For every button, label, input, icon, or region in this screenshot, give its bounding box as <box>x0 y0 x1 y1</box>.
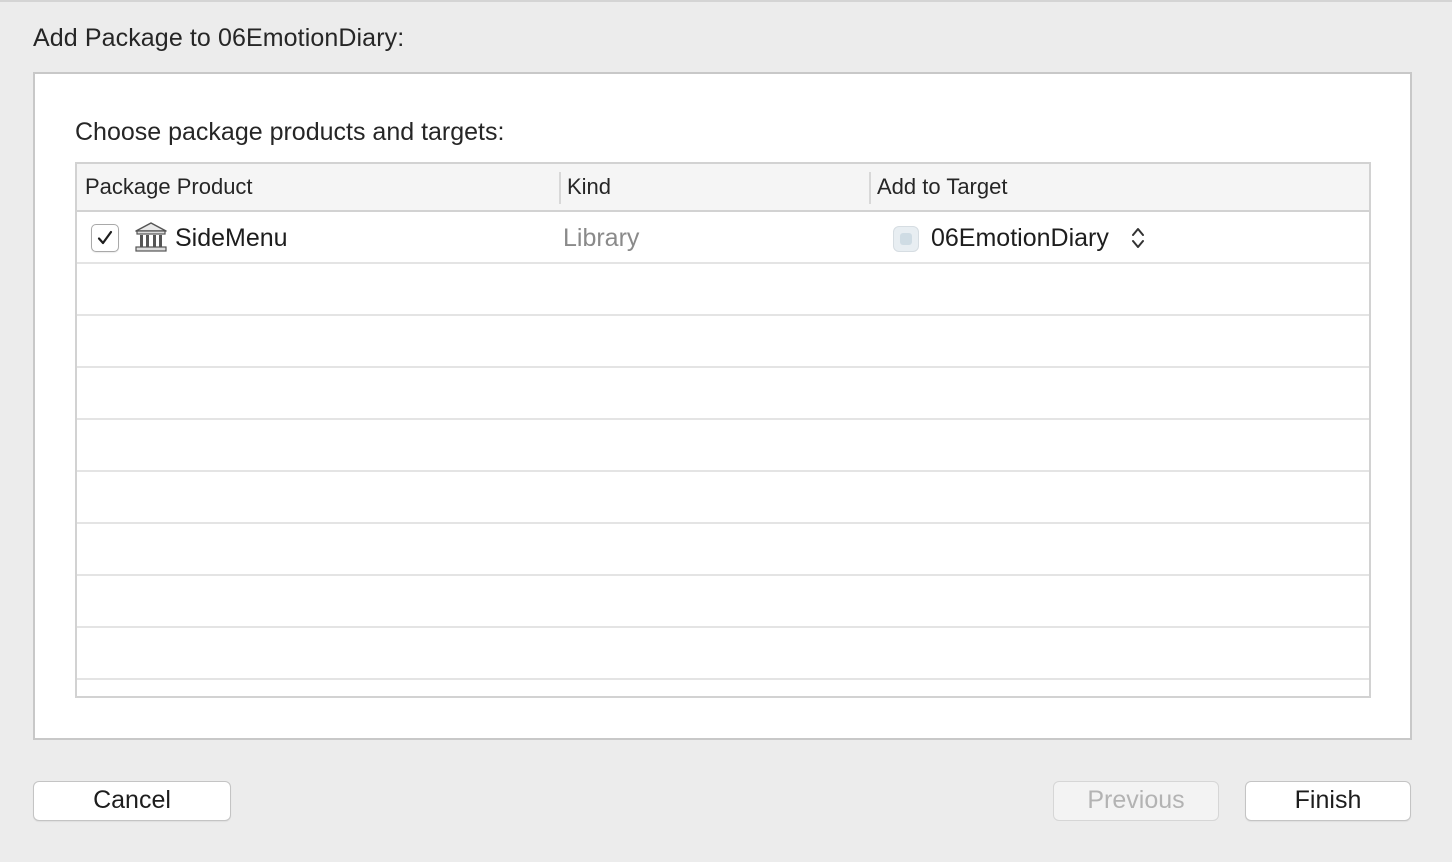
empty-table-row <box>77 420 1369 472</box>
empty-table-row <box>77 264 1369 316</box>
package-products-table: Package Product Kind Add to Target SideM… <box>75 162 1371 698</box>
include-product-checkbox[interactable] <box>91 224 119 252</box>
previous-button[interactable]: Previous <box>1053 781 1219 821</box>
product-kind: Library <box>563 224 640 252</box>
empty-table-row <box>77 368 1369 420</box>
column-header-package-product[interactable]: Package Product <box>77 164 561 210</box>
dialog-title: Add Package to 06EmotionDiary: <box>33 24 405 52</box>
empty-table-row <box>77 472 1369 524</box>
window-top-divider <box>0 0 1452 2</box>
empty-table-row <box>77 576 1369 628</box>
chevron-up-down-icon[interactable] <box>1131 226 1145 255</box>
app-target-icon <box>893 226 919 252</box>
package-products-panel: Choose package products and targets: Pac… <box>33 72 1412 740</box>
target-popup-label[interactable]: 06EmotionDiary <box>931 212 1109 264</box>
empty-table-row <box>77 524 1369 576</box>
table-row[interactable]: SideMenu Library 06EmotionDiary <box>77 212 1369 264</box>
column-header-kind[interactable]: Kind <box>559 164 869 210</box>
table-header: Package Product Kind Add to Target <box>77 164 1369 212</box>
library-icon <box>134 221 168 258</box>
product-name: SideMenu <box>175 224 288 252</box>
empty-table-row <box>77 316 1369 368</box>
panel-heading: Choose package products and targets: <box>75 118 505 146</box>
checkmark-icon <box>97 230 113 245</box>
cancel-button[interactable]: Cancel <box>33 781 231 821</box>
finish-button[interactable]: Finish <box>1245 781 1411 821</box>
empty-table-row <box>77 628 1369 680</box>
column-header-add-to-target[interactable]: Add to Target <box>869 164 1369 210</box>
